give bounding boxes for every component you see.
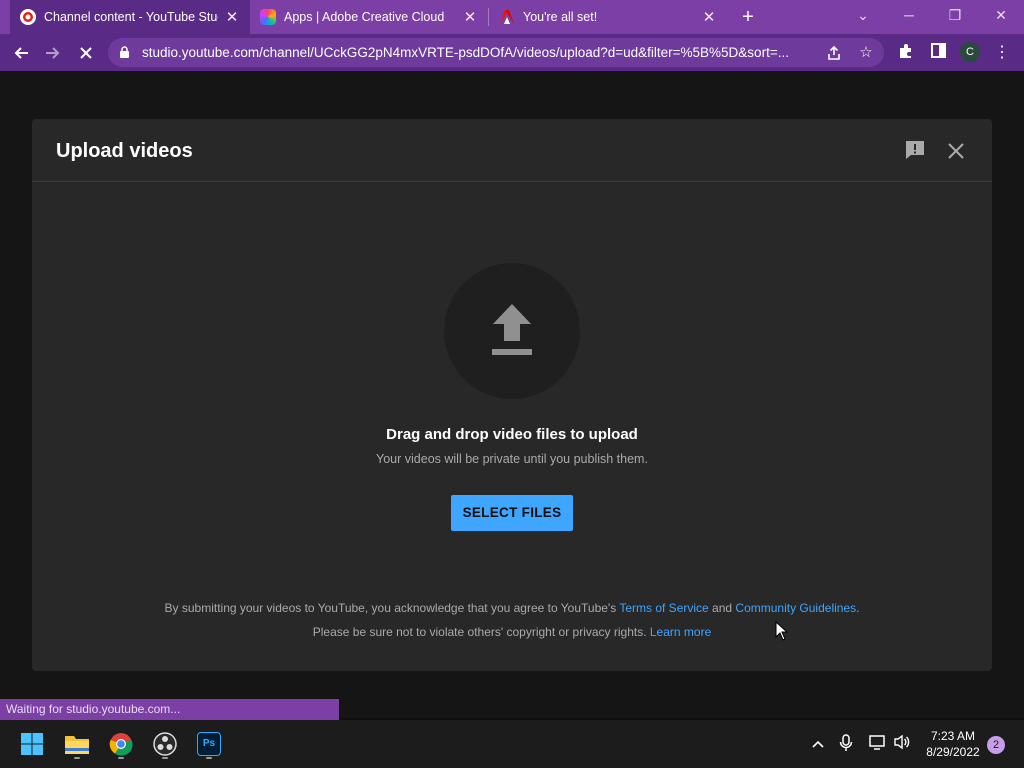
- drag-drop-heading: Drag and drop video files to upload: [386, 426, 638, 443]
- bookmark-star-icon[interactable]: ☆: [856, 43, 876, 63]
- legal-text: and: [708, 601, 736, 615]
- stop-icon: [80, 47, 92, 59]
- volume-icon[interactable]: [892, 734, 912, 754]
- clock-time: 7:23 AM: [930, 729, 976, 743]
- tab-label: Channel content - YouTube Studio: [44, 10, 218, 24]
- forward-arrow-icon: [46, 47, 60, 59]
- running-indicator: [162, 757, 168, 759]
- address-bar[interactable]: studio.youtube.com/channel/UCckGG2pN4mxV…: [108, 38, 884, 67]
- profile-avatar[interactable]: C: [960, 42, 980, 62]
- dialog-title: Upload videos: [56, 140, 193, 162]
- tab-youtube-studio[interactable]: Channel content - YouTube Studio ✕: [10, 0, 250, 34]
- restore-icon[interactable]: ❐: [932, 0, 978, 34]
- select-files-button[interactable]: SELECT FILES: [451, 495, 573, 531]
- photoshop-label: Ps: [197, 732, 221, 756]
- dialog-header: Upload videos: [32, 119, 992, 182]
- file-explorer-icon[interactable]: [61, 728, 93, 760]
- tab-label: Apps | Adobe Creative Cloud: [284, 10, 445, 24]
- chrome-icon[interactable]: [105, 728, 137, 760]
- stop-loading-button[interactable]: [73, 40, 99, 66]
- back-arrow-icon: [14, 47, 28, 59]
- microphone-icon[interactable]: [836, 734, 856, 754]
- upload-drop-zone[interactable]: [444, 263, 580, 399]
- browser-menu-icon[interactable]: ⋮: [992, 43, 1012, 63]
- upload-arrow-icon: [492, 304, 532, 355]
- legal-text: By submitting your videos to YouTube, yo…: [164, 601, 620, 615]
- running-indicator: [118, 757, 124, 759]
- clock-date: 8/29/2022: [926, 745, 980, 759]
- upload-videos-dialog: Upload videos Drag and drop video files …: [32, 119, 992, 671]
- close-dialog-icon[interactable]: [944, 139, 968, 163]
- community-guidelines-link[interactable]: Community Guidelines: [735, 601, 856, 615]
- tab-adobe-creative-cloud[interactable]: Apps | Adobe Creative Cloud ✕: [250, 0, 488, 34]
- minimize-icon[interactable]: ─: [886, 0, 932, 34]
- adobe-creative-cloud-icon: [260, 9, 276, 25]
- private-notice: Your videos will be private until you pu…: [376, 452, 648, 466]
- window-close-icon[interactable]: ✕: [978, 0, 1024, 34]
- terms-of-service-link[interactable]: Terms of Service: [619, 601, 708, 615]
- windows-start-icon[interactable]: [16, 728, 48, 760]
- system-clock[interactable]: 7:23 AM 8/29/2022: [918, 728, 988, 760]
- feedback-icon[interactable]: [904, 139, 928, 161]
- youtube-studio-icon: [20, 9, 36, 25]
- adobe-icon: [499, 9, 515, 25]
- learn-more-link[interactable]: Learn more: [650, 625, 711, 639]
- legal-line-1: By submitting your videos to YouTube, yo…: [32, 601, 992, 615]
- mouse-cursor-icon: [775, 621, 789, 641]
- windows-taskbar: Ps 7:23 AM 8/29/2022 2: [0, 720, 1024, 768]
- running-indicator: [74, 757, 80, 759]
- legal-line-2: Please be sure not to violate others' co…: [32, 625, 992, 639]
- side-panel-icon[interactable]: [928, 43, 948, 63]
- share-icon[interactable]: [824, 43, 844, 63]
- url-text[interactable]: studio.youtube.com/channel/UCckGG2pN4mxV…: [142, 45, 818, 60]
- tab-search-icon[interactable]: ⌄: [840, 0, 886, 34]
- close-tab-icon[interactable]: ✕: [224, 8, 240, 26]
- forward-button[interactable]: [40, 40, 66, 66]
- tab-youre-all-set[interactable]: You're all set! ✕: [489, 0, 727, 34]
- legal-text: Please be sure not to violate others' co…: [312, 625, 650, 639]
- close-tab-icon[interactable]: ✕: [462, 8, 478, 26]
- notification-badge[interactable]: 2: [987, 736, 1005, 754]
- extensions-puzzle-icon[interactable]: [896, 43, 916, 63]
- running-indicator: [206, 757, 212, 759]
- network-icon[interactable]: [868, 734, 888, 754]
- lock-icon[interactable]: [120, 46, 129, 58]
- studio-page: Upload videos Drag and drop video files …: [0, 71, 1024, 718]
- legal-text: .: [856, 601, 860, 615]
- close-tab-icon[interactable]: ✕: [701, 8, 717, 26]
- status-bubble: Waiting for studio.youtube.com...: [0, 699, 339, 720]
- photoshop-icon[interactable]: Ps: [193, 728, 225, 760]
- browser-toolbar: studio.youtube.com/channel/UCckGG2pN4mxV…: [0, 34, 1024, 71]
- obs-icon[interactable]: [149, 728, 181, 760]
- tab-label: You're all set!: [523, 10, 598, 24]
- back-button[interactable]: [8, 40, 34, 66]
- tab-strip: Channel content - YouTube Studio ✕ Apps …: [0, 0, 1024, 34]
- new-tab-button[interactable]: +: [736, 5, 760, 29]
- show-hidden-icons-chevron[interactable]: [808, 734, 828, 754]
